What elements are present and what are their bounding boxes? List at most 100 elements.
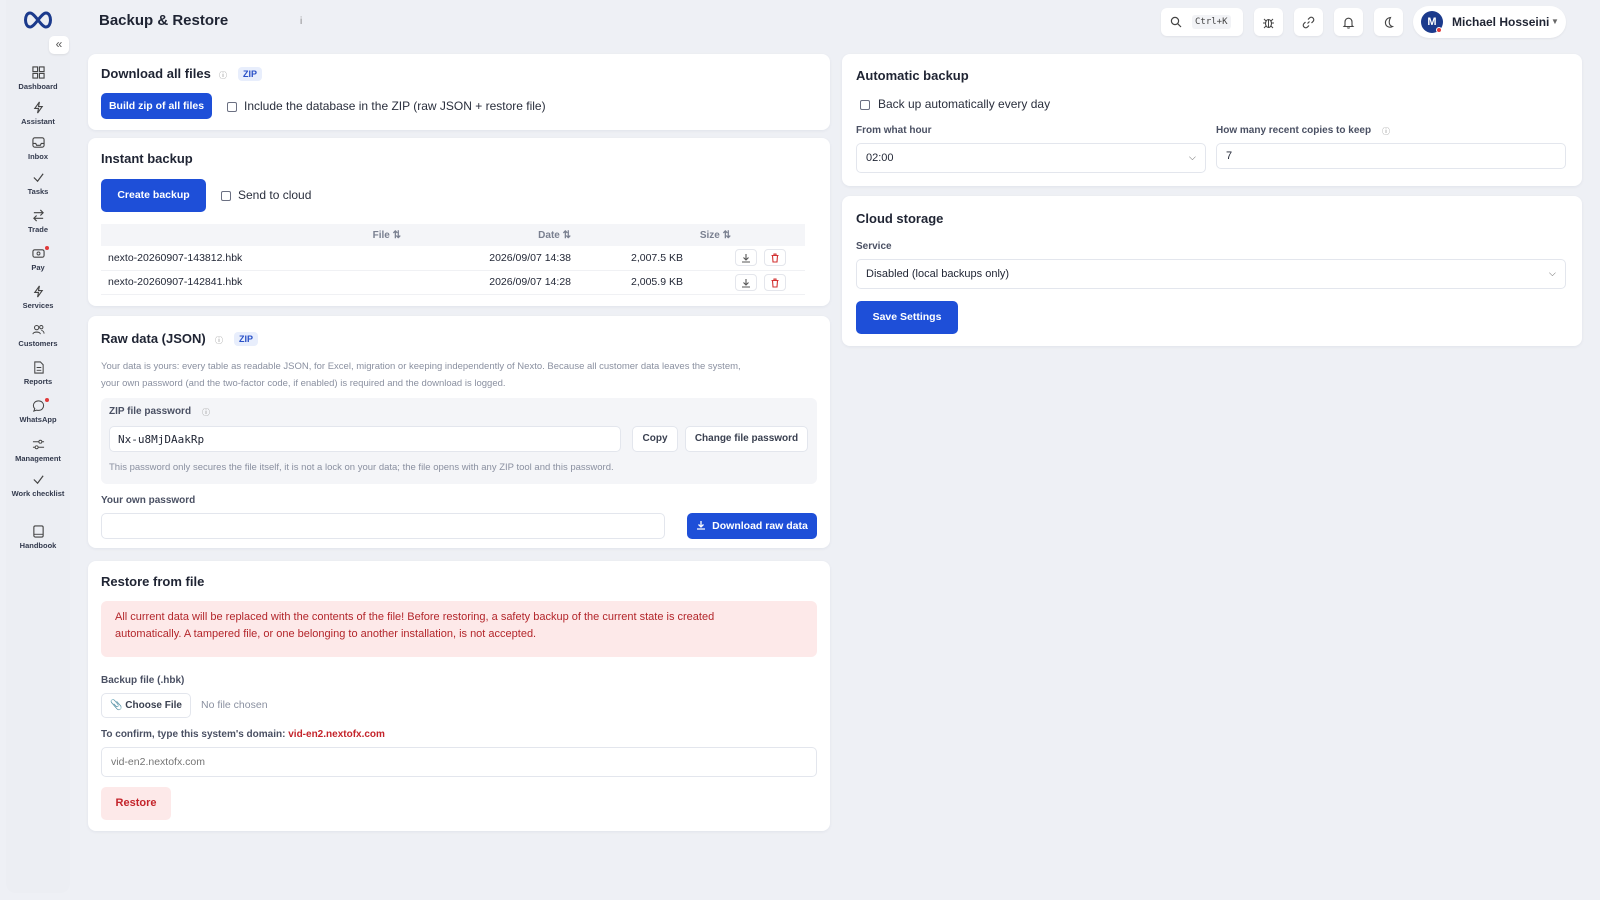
- confirm-domain-input[interactable]: [101, 747, 817, 777]
- raw-data-description: Your data is yours: every table as reada…: [101, 361, 741, 389]
- sidebar-item-trade[interactable]: Trade: [6, 209, 70, 234]
- bug-icon: [1263, 18, 1274, 29]
- sidebar-item-inbox[interactable]: Inbox: [6, 136, 70, 161]
- column-file[interactable]: File ⇅: [101, 224, 401, 246]
- sidebar-item-label: Dashboard: [18, 82, 58, 91]
- file-name: nexto-20260907-143812.hbk: [101, 246, 401, 271]
- trash-icon: [771, 253, 779, 263]
- sidebar-item-label: Pay: [31, 263, 45, 272]
- sidebar-item-tasks[interactable]: Tasks: [6, 171, 70, 196]
- zip-badge: ZIP: [234, 332, 259, 346]
- link-button[interactable]: [1294, 8, 1323, 36]
- bell-icon: [1342, 17, 1355, 29]
- download-backup-button[interactable]: [735, 249, 757, 267]
- download-backup-button[interactable]: [735, 273, 757, 291]
- delete-backup-button[interactable]: [763, 249, 786, 267]
- user-menu[interactable]: M Michael Hosseini ▼: [1413, 6, 1566, 38]
- sidebar-item-handbook[interactable]: Handbook: [6, 525, 70, 550]
- card-title: Download all files: [101, 66, 211, 81]
- cloud-storage-card: Cloud storage Service Disabled (local ba…: [842, 196, 1582, 346]
- hour-label: From what hour: [856, 125, 932, 136]
- file-size: 2,005.9 KB: [571, 270, 731, 295]
- daily-backup-checkbox[interactable]: [860, 100, 870, 110]
- sidebar-item-services[interactable]: Services: [6, 285, 70, 310]
- search-icon: [1170, 16, 1182, 28]
- build-zip-button[interactable]: Build zip of all files: [101, 93, 212, 119]
- info-icon[interactable]: ⓘ: [202, 407, 210, 418]
- file-date: 2026/09/07 14:38: [401, 246, 571, 271]
- sidebar-item-label: Handbook: [19, 541, 57, 550]
- card-title: Restore from file: [101, 574, 205, 589]
- own-password-field[interactable]: [101, 513, 665, 539]
- zip-password-panel: ZIP file password ⓘ Nx-u8MjDAakRp Copy C…: [101, 398, 817, 484]
- daily-backup-label: Back up automatically every day: [878, 97, 1051, 111]
- wallet-icon: [31, 249, 45, 258]
- hour-select[interactable]: 02:00 ⌵: [856, 143, 1206, 173]
- change-file-password-button[interactable]: Change file password: [685, 426, 808, 452]
- restore-button[interactable]: Restore: [101, 787, 171, 820]
- chevron-down-icon: ⌵: [1549, 268, 1556, 278]
- collapse-sidebar-button[interactable]: «: [49, 36, 69, 54]
- zip-password-label: ZIP file password: [109, 406, 192, 417]
- copy-password-button[interactable]: Copy: [632, 426, 678, 452]
- chat-icon: [32, 400, 44, 412]
- book-icon: [32, 525, 44, 538]
- send-to-cloud-checkbox[interactable]: [221, 191, 231, 201]
- sidebar-item-work-checklist[interactable]: Work checklist: [6, 473, 70, 498]
- sidebar-item-customers[interactable]: Customers: [6, 323, 70, 348]
- choose-file-button[interactable]: 📎 Choose File: [101, 693, 191, 718]
- trash-icon: [771, 277, 779, 288]
- sidebar: « Dashboard Assistant Inbox Tasks Trade …: [6, 0, 70, 893]
- table-row: nexto-20260907-143812.hbk 2026/09/07 14:…: [101, 246, 805, 271]
- restore-card: Restore from file All current data will …: [88, 561, 830, 831]
- column-size[interactable]: Size ⇅: [571, 224, 731, 246]
- document-icon: [33, 361, 44, 374]
- theme-toggle-button[interactable]: [1374, 8, 1403, 36]
- sidebar-item-whatsapp[interactable]: WhatsApp: [6, 398, 70, 424]
- paperclip-icon: 📎: [110, 700, 123, 711]
- grid-icon: [31, 66, 45, 79]
- download-icon: [697, 521, 706, 530]
- download-icon: [742, 254, 750, 263]
- backup-file-label: Backup file (.hbk): [101, 675, 185, 686]
- zip-badge: ZIP: [238, 67, 263, 81]
- link-icon: [1302, 16, 1315, 29]
- sidebar-item-assistant[interactable]: Assistant: [6, 101, 70, 126]
- info-icon[interactable]: ⓘ: [1382, 126, 1390, 137]
- check-icon: [32, 173, 44, 183]
- search-button[interactable]: Ctrl+K: [1161, 8, 1243, 36]
- column-date[interactable]: Date ⇅: [401, 224, 571, 246]
- sidebar-item-pay[interactable]: Pay: [6, 246, 70, 272]
- notification-dot: [45, 246, 49, 250]
- sidebar-item-label: Services: [22, 301, 54, 310]
- shortcut-hint: Ctrl+K: [1192, 15, 1231, 29]
- sidebar-item-reports[interactable]: Reports: [6, 361, 70, 386]
- debug-button[interactable]: [1254, 8, 1283, 36]
- delete-backup-button[interactable]: [763, 273, 786, 291]
- own-password-label: Your own password: [101, 495, 196, 506]
- logo-icon: [24, 11, 52, 29]
- sidebar-item-dashboard[interactable]: Dashboard: [6, 66, 70, 91]
- info-icon[interactable]: i: [300, 16, 302, 27]
- notifications-button[interactable]: [1334, 8, 1363, 36]
- zip-password-note: This password only secures the file itse…: [109, 462, 614, 473]
- bolt-icon: [33, 101, 43, 114]
- create-backup-button[interactable]: Create backup: [101, 179, 206, 212]
- file-date: 2026/09/07 14:28: [401, 270, 571, 295]
- sidebar-item-label: Management: [15, 454, 61, 463]
- download-raw-data-button[interactable]: Download raw data: [687, 513, 817, 539]
- restore-warning: All current data will be replaced with t…: [101, 601, 817, 657]
- info-icon[interactable]: ⓘ: [215, 335, 223, 346]
- sliders-icon: [32, 439, 44, 450]
- file-size: 2,007.5 KB: [571, 246, 731, 271]
- swap-icon: [32, 209, 44, 222]
- zip-password-field[interactable]: Nx-u8MjDAakRp: [109, 426, 621, 452]
- service-select[interactable]: Disabled (local backups only) ⌵: [856, 259, 1566, 289]
- sidebar-item-label: Work checklist: [11, 489, 65, 498]
- save-settings-button[interactable]: Save Settings: [856, 301, 958, 334]
- copies-input[interactable]: 7: [1216, 143, 1566, 169]
- sidebar-item-label: Trade: [27, 225, 48, 234]
- sidebar-item-management[interactable]: Management: [6, 438, 70, 463]
- info-icon[interactable]: ⓘ: [219, 70, 227, 81]
- include-database-checkbox[interactable]: [227, 102, 237, 112]
